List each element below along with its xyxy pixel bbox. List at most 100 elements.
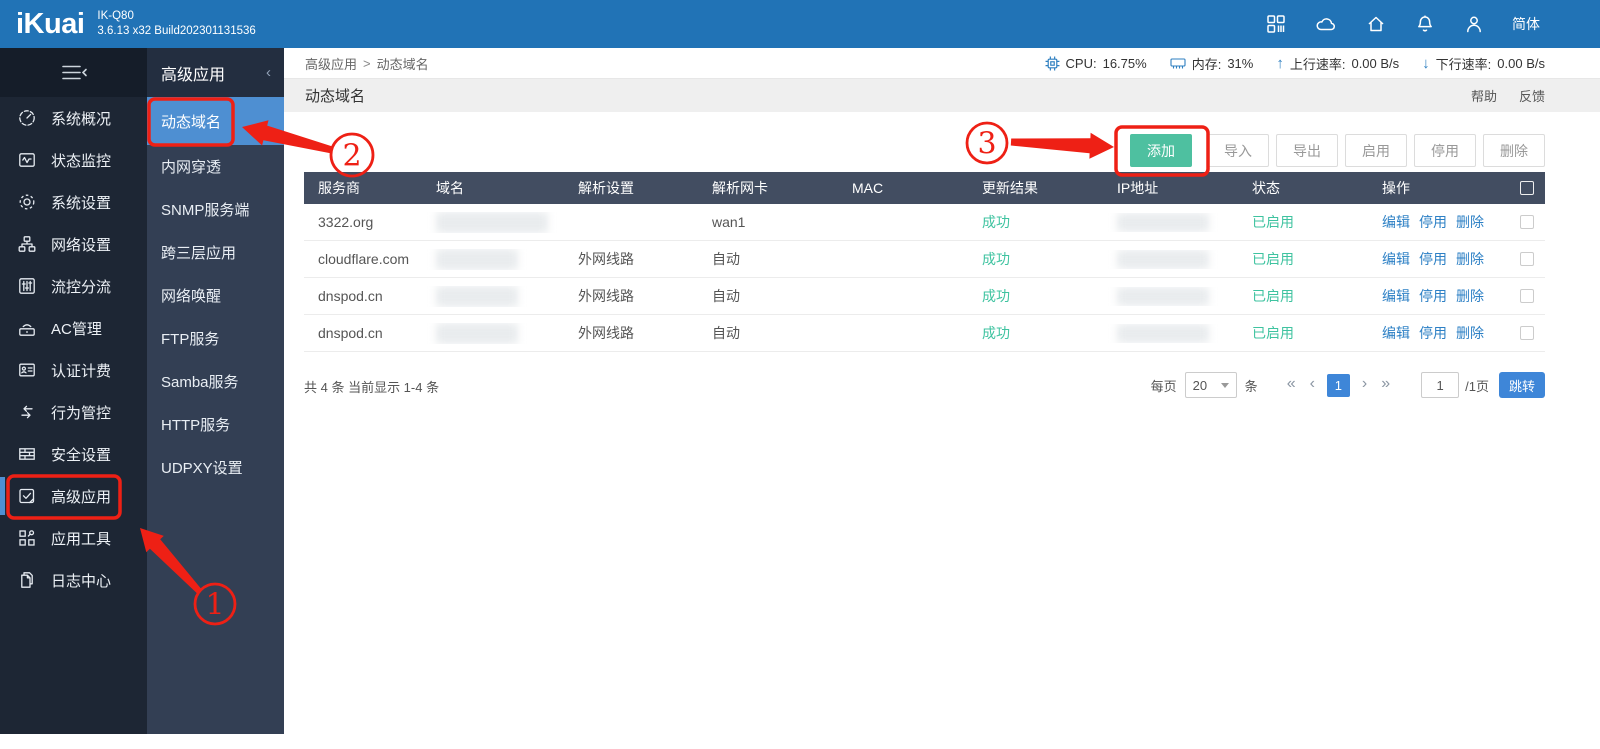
- help-link[interactable]: 帮助: [1471, 86, 1497, 105]
- pagination-bar: 每页 20 条 « ‹ 1 › » /1页 跳转: [1151, 372, 1545, 398]
- submenu-item-intranet-penetration[interactable]: 内网穿透: [147, 145, 284, 188]
- row-checkbox[interactable]: [1519, 289, 1534, 303]
- header-mac: MAC: [852, 180, 884, 196]
- sidebar-item-label: AC管理: [51, 320, 102, 338]
- last-page-button[interactable]: »: [1374, 375, 1397, 393]
- download-status: ↓ 下行速率: 0.00 B/s: [1422, 54, 1545, 73]
- cell-resolve-nic: wan1: [712, 214, 746, 230]
- cell-update-result: 成功: [982, 288, 1010, 304]
- chevron-left-icon[interactable]: ‹: [266, 64, 271, 81]
- per-page-label: 每页: [1150, 378, 1177, 394]
- network-icon: [18, 236, 36, 252]
- sidebar-item-label: 系统概况: [51, 110, 112, 128]
- row-checkbox[interactable]: [1519, 215, 1534, 229]
- disable-link[interactable]: 停用: [1419, 212, 1447, 232]
- redacted-domain: [436, 285, 518, 307]
- disable-link[interactable]: 停用: [1419, 286, 1447, 306]
- edit-link[interactable]: 编辑: [1382, 286, 1410, 306]
- check-square-icon: [19, 488, 35, 504]
- language-switch[interactable]: 简体: [1512, 14, 1540, 34]
- id-card-icon: [19, 363, 35, 377]
- import-button[interactable]: 导入: [1207, 134, 1269, 167]
- row-checkbox[interactable]: [1519, 252, 1534, 266]
- edit-link[interactable]: 编辑: [1382, 249, 1410, 269]
- add-button[interactable]: 添加: [1130, 134, 1192, 167]
- sidebar-item-advanced-apps[interactable]: 高级应用: [0, 475, 147, 517]
- submenu-item-ddns[interactable]: 动态域名: [147, 97, 284, 145]
- sidebar-item-flow-control[interactable]: 流控分流: [0, 265, 147, 307]
- download-label: 下行速率:: [1435, 56, 1492, 72]
- cell-update-result: 成功: [982, 214, 1010, 230]
- delete-link[interactable]: 删除: [1456, 249, 1484, 269]
- jump-button[interactable]: 跳转: [1499, 372, 1545, 398]
- submenu-item-wake-on-lan[interactable]: 网络唤醒: [147, 274, 284, 317]
- first-page-button[interactable]: «: [1280, 375, 1303, 393]
- header-actions: 操作: [1382, 180, 1410, 196]
- delete-link[interactable]: 删除: [1456, 323, 1484, 343]
- page-jump-input[interactable]: [1421, 372, 1460, 398]
- sidebar-item-system-overview[interactable]: 系统概况: [0, 97, 147, 139]
- delete-link[interactable]: 删除: [1456, 212, 1484, 232]
- current-page-button[interactable]: 1: [1326, 373, 1350, 397]
- table-row: dnspod.cn 外网线路 自动 成功 已启用 编辑 停用 删除: [304, 278, 1545, 315]
- breadcrumb-separator: >: [363, 55, 371, 71]
- disable-link[interactable]: 停用: [1419, 249, 1447, 269]
- next-page-button[interactable]: ›: [1355, 375, 1374, 393]
- cell-resolve-nic: 自动: [712, 251, 740, 267]
- apps-icon[interactable]: [1265, 13, 1287, 35]
- disable-button[interactable]: 停用: [1414, 134, 1476, 167]
- row-checkbox[interactable]: [1519, 326, 1534, 340]
- top-header-bar: iKuai IK-Q80 3.6.13 x32 Build20230113153…: [0, 0, 1600, 48]
- primary-sidebar: 系统概况 状态监控 系统设置 网络设置 流控分流 AC管理 认证计费 行为管控 …: [0, 48, 147, 734]
- submenu-item-label: 动态域名: [161, 113, 222, 131]
- bell-icon[interactable]: [1414, 13, 1436, 35]
- enable-button[interactable]: 启用: [1345, 134, 1407, 167]
- edit-link[interactable]: 编辑: [1382, 323, 1410, 343]
- export-button[interactable]: 导出: [1276, 134, 1338, 167]
- device-info: IK-Q80 3.6.13 x32 Build202301131536: [97, 9, 255, 39]
- header-domain: 域名: [436, 180, 464, 196]
- sidebar-item-auth-billing[interactable]: 认证计费: [0, 349, 147, 391]
- sidebar-item-app-tools[interactable]: 应用工具: [0, 517, 147, 559]
- sidebar-item-label: 行为管控: [51, 404, 112, 422]
- breadcrumb-parent[interactable]: 高级应用: [305, 54, 357, 73]
- submenu-item-samba[interactable]: Samba服务: [147, 360, 284, 403]
- main-menu: 系统概况 状态监控 系统设置 网络设置 流控分流 AC管理 认证计费 行为管控 …: [0, 97, 147, 601]
- sidebar-item-behavior-control[interactable]: 行为管控: [0, 391, 147, 433]
- delete-button[interactable]: 删除: [1483, 134, 1545, 167]
- sidebar-item-status-monitor[interactable]: 状态监控: [0, 139, 147, 181]
- user-icon[interactable]: [1463, 13, 1485, 35]
- sidebar-item-ac-management[interactable]: AC管理: [0, 307, 147, 349]
- prev-page-button[interactable]: ‹: [1303, 375, 1322, 393]
- cell-status: 已启用: [1252, 251, 1294, 267]
- upload-status: ↑ 上行速率: 0.00 B/s: [1276, 54, 1399, 73]
- home-icon[interactable]: [1365, 13, 1387, 35]
- feedback-link[interactable]: 反馈: [1519, 86, 1545, 105]
- memory-icon: [1170, 58, 1186, 69]
- per-page-select[interactable]: 20: [1184, 372, 1237, 398]
- down-arrow-icon: ↓: [1422, 54, 1430, 72]
- submenu-item-http[interactable]: HTTP服务: [147, 403, 284, 446]
- upload-value: 0.00 B/s: [1351, 55, 1400, 71]
- submenu-item-udpxy[interactable]: UDPXY设置: [147, 446, 284, 489]
- cell-status: 已启用: [1252, 214, 1294, 230]
- cloud-icon[interactable]: [1314, 13, 1338, 35]
- sidebar-item-label: 网络设置: [51, 236, 112, 254]
- submenu-item-cross-layer3[interactable]: 跨三层应用: [147, 231, 284, 274]
- delete-link[interactable]: 删除: [1456, 286, 1484, 306]
- sidebar-item-network-settings[interactable]: 网络设置: [0, 223, 147, 265]
- redacted-ip: [1117, 212, 1209, 232]
- submenu-item-snmp[interactable]: SNMP服务端: [147, 188, 284, 231]
- sidebar-item-security-settings[interactable]: 安全设置: [0, 433, 147, 475]
- system-status-bar: CPU: 16.75% 内存: 31% ↑ 上行速率: 0.00 B/s ↓ 下…: [1031, 54, 1545, 73]
- main-content: 高级应用 > 动态域名 CPU: 16.75% 内存: 31% ↑ 上行速率: …: [284, 48, 1600, 749]
- log-pages-icon: [21, 572, 33, 588]
- sidebar-item-system-settings[interactable]: 系统设置: [0, 181, 147, 223]
- topbar-actions: 简体: [1265, 13, 1600, 35]
- edit-link[interactable]: 编辑: [1382, 212, 1410, 232]
- sidebar-item-log-center[interactable]: 日志中心: [0, 559, 147, 601]
- disable-link[interactable]: 停用: [1419, 323, 1447, 343]
- select-all-checkbox[interactable]: [1519, 181, 1534, 195]
- sidebar-collapse-button[interactable]: [0, 48, 147, 97]
- submenu-item-ftp[interactable]: FTP服务: [147, 317, 284, 360]
